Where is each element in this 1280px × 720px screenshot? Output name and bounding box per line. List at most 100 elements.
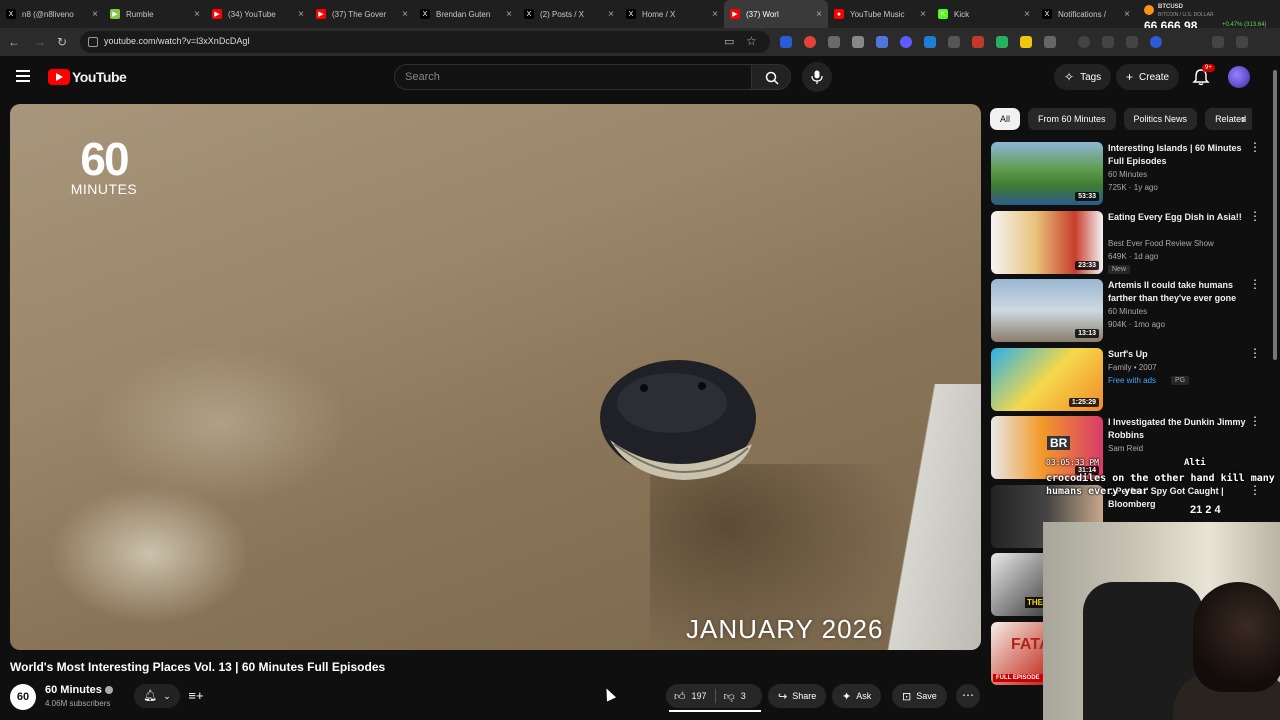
save-button[interactable]: ⊡ Save xyxy=(892,684,947,708)
close-tab-icon[interactable]: × xyxy=(1024,9,1030,20)
cast-icon[interactable]: ▭ xyxy=(724,35,734,48)
video-thumbnail[interactable]: 53:33 xyxy=(991,142,1103,205)
settings-icon[interactable] xyxy=(1102,36,1114,48)
kebab-menu-icon[interactable]: ⋮ xyxy=(1249,347,1261,359)
filter-chip[interactable]: All xyxy=(990,108,1021,130)
browser-tab[interactable]: X (2) Posts / X × xyxy=(518,0,620,28)
browser-tab[interactable]: X Notifications / × xyxy=(1036,0,1136,28)
close-tab-icon[interactable]: × xyxy=(402,9,408,20)
extension-icon[interactable] xyxy=(1020,36,1032,48)
close-tab-icon[interactable]: × xyxy=(712,9,718,20)
btc-ticker-widget[interactable]: BTCUSD BITCOIN / U.S. DOLLAR 66,666.98 +… xyxy=(1144,2,1272,33)
extension-icon[interactable] xyxy=(876,36,888,48)
browser-tab[interactable]: ▶ (37) The Gover × xyxy=(310,0,414,28)
extension-icon[interactable] xyxy=(996,36,1008,48)
kebab-menu-icon[interactable]: ⋮ xyxy=(1249,210,1261,222)
extension-icon[interactable] xyxy=(924,36,936,48)
ask-button[interactable]: ✦ Ask xyxy=(832,684,882,708)
address-bar[interactable]: youtube.com/watch?v=l3xXnDcDAgI ▭ ☆ xyxy=(80,31,770,53)
extension-icon[interactable] xyxy=(804,36,816,48)
filter-chip[interactable]: Politics News xyxy=(1123,108,1198,130)
recommended-video[interactable]: 53:33 Interesting Islands | 60 Minutes Fu… xyxy=(991,141,1263,206)
browser-tab[interactable]: Xn8 (@n8liveno × xyxy=(0,0,104,28)
close-tab-icon[interactable]: × xyxy=(816,9,822,20)
browser-tab[interactable]: X Home / X × xyxy=(620,0,724,28)
reload-icon[interactable]: ↻ xyxy=(54,34,70,50)
extension-icon[interactable] xyxy=(948,36,960,48)
extension-icon[interactable] xyxy=(852,36,864,48)
tags-button[interactable]: ✧ Tags xyxy=(1054,64,1112,90)
voice-search-button[interactable] xyxy=(802,62,832,92)
video-thumbnail[interactable]: 23:33 xyxy=(991,211,1103,274)
scrollbar-thumb[interactable] xyxy=(1273,70,1277,360)
menu-icon[interactable] xyxy=(1236,36,1248,48)
close-tab-icon[interactable]: × xyxy=(92,9,98,20)
extensions-puzzle-icon[interactable] xyxy=(1044,36,1056,48)
download-icon[interactable] xyxy=(1212,36,1224,48)
profile-icon[interactable] xyxy=(1150,36,1162,48)
recommended-video[interactable]: 1:25:29 Surf's Up Family • 2007 Free with a… xyxy=(991,347,1263,412)
recommended-channel-name[interactable]: 60 Minutes xyxy=(1108,170,1147,179)
recommended-channel-name[interactable]: 60 Minutes xyxy=(1108,307,1147,316)
page-scrollbar[interactable] xyxy=(1272,60,1278,520)
browser-tab[interactable]: ● YouTube Music × xyxy=(828,0,932,28)
url-text[interactable]: youtube.com/watch?v=l3xXnDcDAgI xyxy=(104,36,250,46)
close-tab-icon[interactable]: × xyxy=(920,9,926,20)
recommended-video-title[interactable]: Eating Every Egg Dish in Asia!! xyxy=(1108,211,1246,224)
channel-avatar[interactable]: 60 xyxy=(10,684,36,710)
create-button[interactable]: + Create xyxy=(1116,64,1180,90)
recommended-video-title[interactable]: I Investigated the Dunkin Jimmy Robbins xyxy=(1108,416,1246,442)
chevron-right-icon[interactable]: › xyxy=(1236,111,1250,127)
extension-icon[interactable] xyxy=(972,36,984,48)
recommended-video-title[interactable]: Artemis II could take humans farther tha… xyxy=(1108,279,1246,305)
search-box[interactable] xyxy=(394,64,752,90)
search-button[interactable] xyxy=(751,64,791,90)
add-to-playlist-icon[interactable]: ≡+ xyxy=(186,686,206,706)
close-tab-icon[interactable]: × xyxy=(298,9,304,20)
account-avatar[interactable] xyxy=(1228,66,1250,88)
browser-tab[interactable]: ▶ (34) YouTube × xyxy=(206,0,310,28)
site-info-icon[interactable] xyxy=(88,37,98,47)
devtools-icon[interactable] xyxy=(1126,36,1138,48)
chevron-down-icon: ⌄ xyxy=(163,691,171,701)
bookmark-star-icon[interactable]: ☆ xyxy=(746,34,757,48)
recommended-video[interactable]: 13:13 Artemis II could take humans farthe… xyxy=(991,278,1263,343)
recommended-channel-name[interactable]: Best Ever Food Review Show xyxy=(1108,239,1214,248)
close-tab-icon[interactable]: × xyxy=(1124,9,1130,20)
browser-tab[interactable]: X Brendan Guten × xyxy=(414,0,518,28)
close-tab-icon[interactable]: × xyxy=(608,9,614,20)
forward-icon[interactable]: → xyxy=(32,34,48,50)
extension-icon[interactable] xyxy=(900,36,912,48)
share-button[interactable]: ↪ Share xyxy=(768,684,827,708)
filter-chip[interactable]: From 60 Minutes xyxy=(1028,108,1116,130)
kebab-menu-icon[interactable]: ⋮ xyxy=(1249,141,1261,153)
recommended-video-title[interactable]: Surf's Up xyxy=(1108,348,1246,361)
channel-name[interactable]: 60 Minutes xyxy=(45,684,113,696)
more-actions-button[interactable]: ⋯ xyxy=(956,684,980,708)
extension-icon[interactable] xyxy=(828,36,840,48)
recommended-channel-name[interactable]: Family • 2007 xyxy=(1108,363,1157,372)
browser-tab[interactable]: K Kick × xyxy=(932,0,1036,28)
dislike-button[interactable]: 👎︎ 3 xyxy=(716,684,754,708)
video-thumbnail[interactable]: 1:25:29 xyxy=(991,348,1103,411)
recommended-video-title[interactable]: Interesting Islands | 60 Minutes Full Ep… xyxy=(1108,142,1246,168)
kebab-menu-icon[interactable]: ⋮ xyxy=(1249,278,1261,290)
video-thumbnail[interactable]: 13:13 xyxy=(991,279,1103,342)
recommended-channel-name[interactable]: Sam Reid xyxy=(1108,444,1143,453)
video-player[interactable]: 60 MINUTES JANUARY 2026 xyxy=(10,104,981,650)
browser-tab[interactable]: ▶ (37) Worl × xyxy=(724,0,828,28)
close-tab-icon[interactable]: × xyxy=(506,9,512,20)
recommended-video[interactable]: 23:33 Eating Every Egg Dish in Asia!! Best… xyxy=(991,210,1263,275)
browser-tab[interactable]: ▶ Rumble × xyxy=(104,0,206,28)
like-button[interactable]: 👍︎ 197 xyxy=(666,684,715,708)
youtube-logo[interactable]: YouTube xyxy=(48,69,127,85)
close-tab-icon[interactable]: × xyxy=(194,9,200,20)
search-input[interactable] xyxy=(405,69,735,85)
subscription-bell-button[interactable]: 🔔︎ ⌄ xyxy=(134,684,180,708)
back-icon[interactable]: ← xyxy=(6,34,22,50)
history-icon[interactable] xyxy=(1078,36,1090,48)
extension-icon[interactable] xyxy=(780,36,792,48)
channel-name-text[interactable]: 60 Minutes xyxy=(45,684,102,696)
kebab-menu-icon[interactable]: ⋮ xyxy=(1249,415,1261,427)
hamburger-menu-icon[interactable] xyxy=(16,70,30,82)
